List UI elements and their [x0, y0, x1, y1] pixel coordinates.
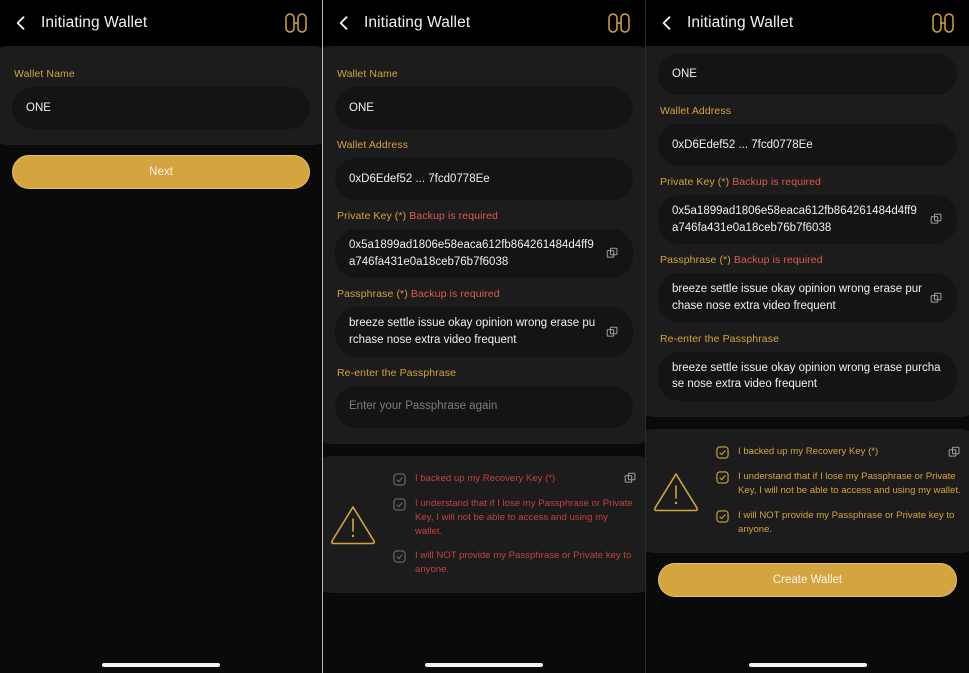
- page-title: Initiating Wallet: [41, 14, 148, 31]
- agreement-text: I backed up my Recovery Key (*): [738, 446, 879, 458]
- check-icon[interactable]: [716, 510, 729, 523]
- check-icon[interactable]: [393, 550, 406, 564]
- app-bar-screen-1: Initiating Wallet: [0, 0, 322, 46]
- passphrase-required-text: Backup is required: [733, 254, 823, 267]
- next-button-wrap: Next: [0, 145, 322, 189]
- wallet-name-value: ONE: [672, 67, 697, 80]
- warning-triangle-icon: [650, 467, 702, 515]
- copy-icon[interactable]: [606, 247, 619, 260]
- app-bar-screen-2: Initiating Wallet: [323, 0, 645, 46]
- wallet-address-label: Wallet Address: [337, 139, 409, 151]
- screenshot-root: Initiating Wallet Wallet Name ONE Next I…: [0, 0, 969, 673]
- wallet-address-value: 0xD6Edef52 ... 7fcd0778Ee: [349, 172, 490, 185]
- passphrase-value: breeze settle issue okay opinion wrong e…: [672, 283, 922, 313]
- wallet-address-label: Wallet Address: [660, 105, 732, 117]
- screen-1-wallet-name: Initiating Wallet Wallet Name ONE Next: [0, 0, 323, 673]
- wallet-address-input[interactable]: 0xD6Edef52 ... 7fcd0778Ee: [658, 124, 957, 166]
- reenter-passphrase-value: breeze settle issue okay opinion wrong e…: [672, 361, 941, 391]
- copy-icon[interactable]: [948, 446, 961, 459]
- check-icon[interactable]: [716, 471, 729, 484]
- next-button[interactable]: Next: [12, 155, 310, 189]
- screen-1-content: Wallet Name ONE Next: [0, 46, 322, 673]
- private-key-label: Private Key (*) Backup is required: [337, 210, 633, 222]
- screen-2-content: Wallet Name ONE Wallet Address 0xD6Edef5…: [323, 46, 645, 673]
- wallet-address-value: 0xD6Edef52 ... 7fcd0778Ee: [672, 138, 813, 151]
- wallet-name-value: ONE: [349, 101, 374, 114]
- wallet-name-input[interactable]: ONE: [12, 87, 310, 129]
- home-indicator: [102, 663, 220, 667]
- private-key-value: 0x5a1899ad1806e58eaca612fb864261484d4ff9…: [349, 239, 594, 268]
- private-key-label: Private Key (*) Backup is required: [660, 176, 957, 188]
- app-bar-screen-3: Initiating Wallet: [646, 0, 969, 46]
- reenter-passphrase-label: Re-enter the Passphrase: [337, 366, 457, 379]
- back-chevron-icon[interactable]: [656, 12, 678, 34]
- agreements-card: I backed up my Recovery Key (*) I unders…: [646, 429, 969, 553]
- check-icon[interactable]: [716, 446, 729, 459]
- agreement-text: I understand that if I lose my Passphras…: [738, 471, 961, 496]
- wallet-name-label: Wallet Name: [337, 68, 398, 80]
- agreement-row[interactable]: I understand that if I lose my Passphras…: [393, 497, 637, 539]
- agreement-list: I backed up my Recovery Key (*) I unders…: [716, 445, 961, 537]
- wallet-details-card: Wallet Name ONE Wallet Address 0xD6Edef5…: [646, 46, 969, 418]
- private-key-label-text: Private Key (*): [337, 210, 407, 222]
- page-title: Initiating Wallet: [687, 14, 794, 31]
- private-key-input[interactable]: 0x5a1899ad1806e58eaca612fb864261484d4ff9…: [335, 229, 633, 279]
- private-key-label-text: Private Key (*): [660, 176, 730, 188]
- home-indicator: [748, 663, 867, 667]
- agreement-row[interactable]: I will NOT provide my Passphrase or Priv…: [393, 549, 637, 577]
- screen-3-content: Wallet Name ONE Wallet Address 0xD6Edef5…: [646, 46, 969, 673]
- screen-2-key-details: Initiating Wallet Wallet Name ONE Wallet…: [323, 0, 646, 673]
- passphrase-value: breeze settle issue okay opinion wrong e…: [349, 317, 596, 347]
- reenter-passphrase-label: Re-enter the Passphrase: [660, 332, 780, 345]
- copy-icon[interactable]: [624, 472, 637, 485]
- passphrase-label: Passphrase (*) Backup is required: [660, 254, 957, 266]
- create-wallet-button[interactable]: Create Wallet: [658, 562, 957, 597]
- check-icon[interactable]: [393, 473, 406, 486]
- private-key-required-text: Backup is required: [409, 210, 498, 222]
- passphrase-label: Passphrase (*) Backup is required: [337, 288, 633, 300]
- agreement-row[interactable]: I understand that if I lose my Passphras…: [716, 470, 961, 498]
- wallet-details-card: Wallet Name ONE Wallet Address 0xD6Edef5…: [323, 46, 645, 444]
- reenter-passphrase-placeholder: Enter your Passphrase again: [349, 400, 498, 413]
- wallet-logo-icon[interactable]: [284, 12, 308, 34]
- passphrase-label-text: Passphrase (*): [337, 288, 408, 301]
- create-wallet-button-wrap: Create Wallet: [646, 553, 969, 597]
- private-key-input[interactable]: 0x5a1899ad1806e58eaca612fb864261484d4ff9…: [658, 195, 957, 245]
- agreement-text: I will NOT provide my Passphrase or Priv…: [415, 550, 632, 576]
- copy-icon[interactable]: [930, 213, 943, 226]
- passphrase-input[interactable]: breeze settle issue okay opinion wrong e…: [335, 307, 633, 357]
- agreement-text: I backed up my Recovery Key (*): [415, 472, 556, 484]
- passphrase-label-text: Passphrase (*): [660, 254, 731, 267]
- agreements-card: I backed up my Recovery Key (*) I unders…: [323, 455, 645, 594]
- wallet-name-input[interactable]: ONE: [658, 53, 957, 95]
- wallet-name-input[interactable]: ONE: [335, 87, 633, 129]
- copy-icon[interactable]: [606, 326, 619, 339]
- home-indicator: [425, 663, 543, 667]
- agreement-text: I understand that if I lose my Passphras…: [415, 497, 633, 537]
- private-key-required-text: Backup is required: [732, 176, 821, 188]
- wallet-address-input[interactable]: 0xD6Edef52 ... 7fcd0778Ee: [335, 158, 633, 200]
- check-icon[interactable]: [393, 498, 406, 511]
- wallet-logo-icon[interactable]: [607, 12, 631, 34]
- wallet-name-label: Wallet Name: [14, 68, 75, 80]
- reenter-passphrase-input[interactable]: breeze settle issue okay opinion wrong e…: [658, 351, 957, 402]
- warning-triangle-icon: [327, 500, 379, 548]
- agreement-row[interactable]: I backed up my Recovery Key (*): [716, 445, 961, 459]
- page-title: Initiating Wallet: [364, 14, 471, 31]
- agreement-row[interactable]: I will NOT provide my Passphrase or Priv…: [716, 509, 961, 537]
- wallet-name-card: Wallet Name ONE: [0, 46, 322, 145]
- wallet-name-value: ONE: [26, 101, 51, 114]
- private-key-value: 0x5a1899ad1806e58eaca612fb864261484d4ff9…: [672, 205, 917, 234]
- reenter-passphrase-input[interactable]: Enter your Passphrase again: [335, 385, 633, 428]
- passphrase-required-text: Backup is required: [410, 288, 500, 301]
- copy-icon[interactable]: [930, 292, 943, 305]
- passphrase-input[interactable]: breeze settle issue okay opinion wrong e…: [658, 273, 957, 323]
- agreement-row[interactable]: I backed up my Recovery Key (*): [393, 472, 637, 486]
- back-chevron-icon[interactable]: [10, 12, 32, 34]
- screen-3-confirm: Initiating Wallet Wallet Name ONE Wallet…: [646, 0, 969, 673]
- back-chevron-icon[interactable]: [333, 12, 355, 34]
- wallet-logo-icon[interactable]: [931, 12, 955, 34]
- agreement-list: I backed up my Recovery Key (*) I unders…: [393, 472, 637, 578]
- agreement-text: I will NOT provide my Passphrase or Priv…: [738, 509, 955, 535]
